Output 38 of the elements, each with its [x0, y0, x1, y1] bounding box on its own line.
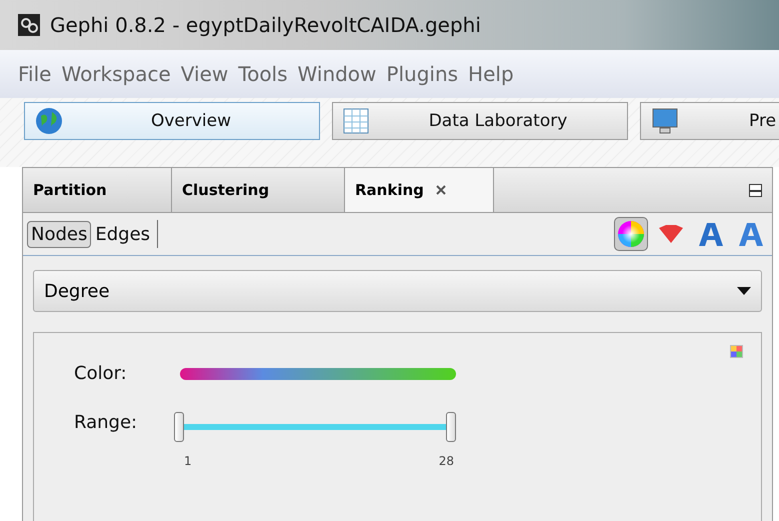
workspace-button[interactable]: Pre: [640, 102, 779, 140]
menu-item[interactable]: View: [180, 62, 228, 86]
color-wheel-icon: [617, 220, 645, 248]
menu-item[interactable]: Tools: [238, 62, 288, 86]
panel-tab[interactable]: Partition: [23, 168, 172, 212]
window-title: Gephi 0.8.2 - egyptDailyRevoltCAIDA.gephi: [50, 13, 481, 37]
range-label: Range:: [74, 412, 138, 435]
letter-a-icon: [697, 220, 725, 248]
workspace-button[interactable]: Data Laboratory: [332, 102, 628, 140]
range-max: 28: [438, 454, 454, 470]
slider-thumb[interactable]: [174, 412, 184, 442]
color-label: Color:: [74, 363, 128, 384]
range-slider[interactable]: [174, 412, 456, 442]
workspace-button[interactable]: Overview: [24, 102, 320, 140]
letter-a-icon: [737, 220, 765, 248]
app-logo-icon: [18, 14, 40, 36]
monitor-icon: [651, 107, 679, 135]
slider-thumb[interactable]: [446, 412, 456, 442]
panel-tab[interactable]: Ranking: [345, 168, 494, 212]
menu-item[interactable]: Help: [468, 62, 514, 86]
menu-item[interactable]: Workspace: [61, 62, 171, 86]
toggle-button[interactable]: Nodes: [27, 220, 92, 248]
menu-item[interactable]: Window: [298, 62, 376, 86]
menu-item[interactable]: File: [18, 62, 52, 86]
color-gradient-bar[interactable]: [180, 368, 456, 380]
minimize-button[interactable]: [749, 184, 762, 196]
gem-icon: [658, 224, 684, 244]
transformer-button[interactable]: [614, 217, 648, 251]
range-min: 1: [184, 454, 192, 470]
ranking-dropdown[interactable]: Degree: [33, 270, 762, 312]
palette-icon[interactable]: [730, 345, 743, 358]
close-icon[interactable]: [436, 185, 446, 195]
menu-item[interactable]: Plugins: [386, 62, 458, 86]
globe-icon: [35, 107, 63, 135]
panel-tab[interactable]: Clustering: [172, 168, 345, 212]
caret-icon: [737, 287, 751, 295]
table-icon: [343, 108, 369, 134]
toggle-button[interactable]: Edges: [91, 220, 154, 248]
